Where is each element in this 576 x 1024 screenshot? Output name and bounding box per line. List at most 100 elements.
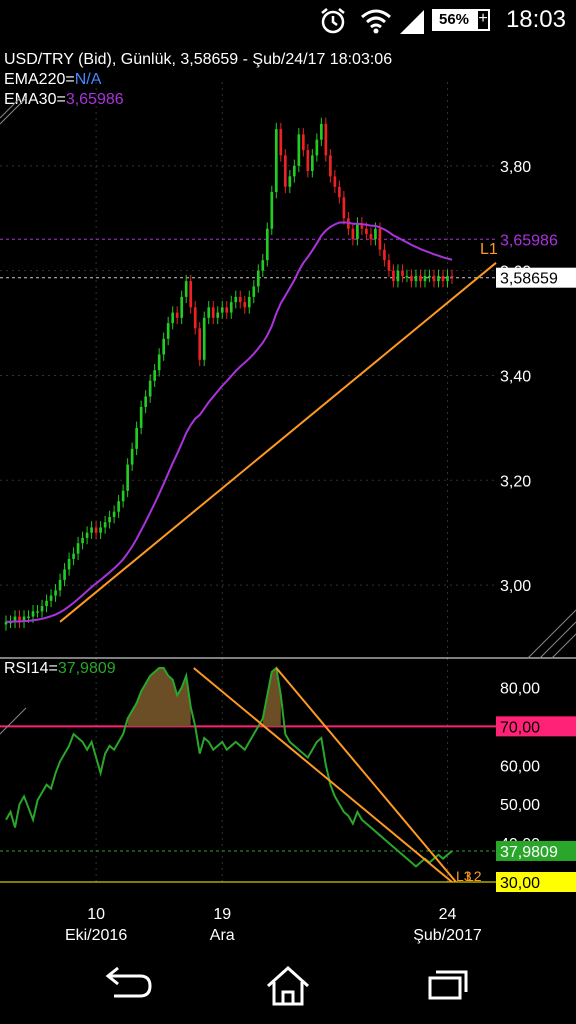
- candle-body: [369, 233, 373, 240]
- candle-body: [419, 275, 422, 282]
- candle-body: [49, 595, 53, 601]
- candle-body: [112, 511, 116, 517]
- candle-body: [85, 532, 89, 538]
- candle-body: [238, 296, 242, 303]
- candle-body: [76, 543, 80, 554]
- candle-body: [378, 228, 382, 250]
- candle-body: [31, 611, 35, 617]
- ema30-legend: EMA30=3,65986: [4, 91, 124, 108]
- candle-body: [184, 281, 188, 297]
- candle-body: [153, 370, 157, 381]
- candle-body: [383, 249, 386, 261]
- candle-body: [315, 139, 319, 156]
- chart-title: USD/TRY (Bid), Günlük, 3,58659 - Şub/24/…: [4, 51, 392, 68]
- candle-body: [333, 176, 337, 187]
- candle-body: [58, 579, 62, 591]
- candle-body: [306, 150, 310, 172]
- candle-body: [81, 537, 84, 544]
- back-button[interactable]: [96, 962, 160, 1008]
- candle-body: [410, 275, 413, 282]
- recent-apps-button[interactable]: [416, 962, 480, 1008]
- candle-body: [27, 616, 30, 619]
- price-tick-label: 3,00: [500, 578, 531, 595]
- candle-body: [189, 281, 193, 308]
- candle-body: [338, 186, 341, 198]
- candle-body: [63, 569, 66, 580]
- candle-body: [288, 176, 292, 187]
- candle-body: [126, 464, 129, 491]
- battery-level: 56%: [432, 9, 476, 31]
- candle-body: [94, 527, 98, 533]
- candle-body: [108, 516, 111, 523]
- candle-body: [54, 590, 57, 596]
- candle-body: [441, 275, 445, 282]
- rsi-legend: RSI14=37,9809: [4, 660, 116, 677]
- home-button[interactable]: [256, 962, 320, 1008]
- candle-body: [356, 223, 359, 240]
- status-clock: 18:03: [505, 6, 566, 33]
- candle-body: [162, 338, 166, 355]
- candle-body: [202, 317, 206, 360]
- candle-body: [135, 427, 138, 449]
- candle-body: [342, 197, 346, 219]
- rsi-label-text: 30,00: [500, 875, 540, 892]
- candle-body: [234, 296, 238, 303]
- candle-body: [265, 228, 269, 261]
- candle-body: [423, 275, 427, 282]
- candle-body: [99, 527, 102, 533]
- candle-body: [324, 123, 328, 156]
- candle-body: [432, 275, 436, 282]
- candle-body: [103, 522, 107, 528]
- rsi-tick-label: 60,00: [500, 758, 540, 775]
- candle-body: [261, 260, 265, 271]
- candle-body: [279, 129, 283, 156]
- candle-body: [283, 155, 287, 187]
- candle-body: [166, 323, 170, 339]
- candle-body: [446, 275, 449, 282]
- candle-body: [117, 501, 120, 512]
- rsi-tick-label: 80,00: [500, 680, 540, 697]
- candle-body: [292, 165, 296, 177]
- candle-body: [414, 275, 418, 282]
- candle-body: [148, 380, 152, 397]
- candle-body: [121, 490, 125, 502]
- price-tick-label: 3,80: [500, 159, 531, 176]
- alarm-icon: [321, 8, 345, 34]
- candle-body: [175, 312, 179, 318]
- candle-body: [437, 275, 440, 282]
- signal-icon: [400, 10, 424, 34]
- candle-body: [270, 192, 274, 229]
- candle-body: [229, 302, 233, 313]
- candle-body: [139, 406, 143, 428]
- chart-area[interactable]: 3,803,603,403,203,00 L1 3,659863,58659 U…: [0, 42, 576, 946]
- candle-body: [297, 134, 301, 166]
- rsi-label-text: 70,00: [500, 719, 540, 736]
- x-tick-sublabel: Şub/2017: [413, 927, 482, 944]
- candle-body: [247, 296, 251, 308]
- candle-body: [72, 553, 75, 559]
- candle-body: [311, 155, 314, 172]
- status-bar: 56% + 18:03: [0, 0, 576, 42]
- price-label-text: 3,65986: [500, 232, 558, 249]
- candle-body: [351, 228, 355, 240]
- candle-body: [374, 228, 377, 240]
- x-tick-label: 19: [213, 906, 231, 923]
- candle-body: [211, 307, 215, 318]
- candle-body: [396, 270, 400, 282]
- candle-body: [401, 270, 404, 276]
- candle-body: [207, 307, 211, 318]
- candle-body: [301, 134, 305, 151]
- candle-body: [428, 275, 431, 278]
- candle-body: [36, 611, 39, 613]
- trendline-l2-label: L2: [466, 868, 482, 884]
- candle-body: [45, 600, 48, 607]
- candle-body: [243, 302, 247, 308]
- x-tick-label: 10: [87, 906, 105, 923]
- candle-body: [365, 228, 368, 234]
- candle-body: [225, 307, 229, 313]
- x-tick-label: 24: [439, 906, 457, 923]
- candle-body: [256, 270, 260, 287]
- ema220-legend: EMA220=N/A: [4, 71, 102, 88]
- candle-body: [252, 286, 256, 297]
- candle-body: [40, 606, 44, 612]
